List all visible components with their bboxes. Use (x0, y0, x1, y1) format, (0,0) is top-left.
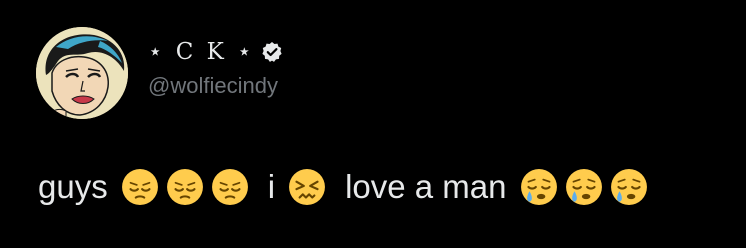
sleepy-face-icon (610, 169, 647, 205)
sleepy-face-icon (520, 169, 557, 205)
avatar[interactable] (36, 27, 128, 119)
sleepy-face-icon (565, 169, 602, 205)
tweet-word: love a man (345, 168, 507, 205)
avatar-illustration-icon (36, 27, 128, 119)
emoji-group-confounded (288, 168, 333, 206)
tweet-word: guys (38, 168, 108, 205)
user-handle[interactable]: @wolfiecindy (148, 73, 283, 99)
confounded-face-icon (289, 169, 326, 205)
emoji-group-pensive (121, 168, 256, 206)
emoji-group-sleepy (520, 168, 655, 206)
pensive-face-icon (211, 169, 248, 205)
tweet-card: ⋆ C K ⋆ @wolfiecindy guys i love a man (0, 0, 746, 248)
tweet-header: ⋆ C K ⋆ @wolfiecindy (148, 38, 283, 99)
verified-badge-icon (261, 42, 282, 62)
pensive-face-icon (166, 169, 203, 205)
display-name[interactable]: ⋆ C K ⋆ (148, 39, 255, 65)
pensive-face-icon (121, 169, 158, 205)
tweet-text: guys i love a man (38, 168, 655, 206)
tweet-word: i (267, 168, 276, 205)
name-row: ⋆ C K ⋆ (148, 38, 283, 66)
